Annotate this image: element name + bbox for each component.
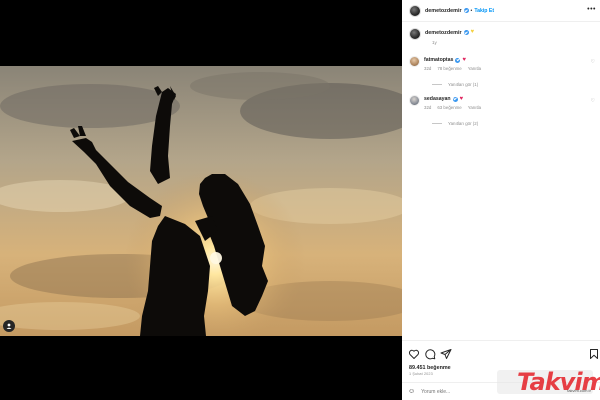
view-replies-label: Yanıtları gör (2) [448, 121, 479, 126]
caption-avatar[interactable] [409, 28, 421, 40]
yellow-heart-icon: ♥ [470, 29, 475, 35]
view-replies-label: Yanıtları gör (1) [448, 82, 479, 87]
author-avatar[interactable] [409, 4, 421, 17]
verified-badge-icon [463, 8, 469, 13]
post-header: demetozdemir • Takip Et ••• [402, 0, 600, 22]
share-icon[interactable] [440, 348, 452, 360]
heart-icon[interactable] [408, 348, 420, 360]
comment-input[interactable] [421, 388, 482, 395]
replies-line [432, 123, 442, 124]
commenter-username[interactable]: fatmatoptas [424, 57, 453, 63]
commenter-avatar[interactable] [409, 56, 420, 67]
comment-likes[interactable]: 78 beğenme [437, 66, 461, 71]
red-heart-icon: ♥ [462, 56, 466, 63]
comment-like-icon[interactable]: ♡ [591, 98, 595, 104]
reply-button[interactable]: Yanıtla [468, 66, 481, 71]
view-replies-button[interactable]: Yanıtları gör (1) [432, 82, 478, 87]
red-heart-icon: ♥ [459, 95, 464, 102]
author-username[interactable]: demetozdemir [425, 8, 462, 14]
view-replies-button[interactable]: Yanıtları gör (2) [432, 121, 478, 126]
post-side-panel: demetozdemir • Takip Et ••• demetozdemir… [402, 0, 600, 400]
verified-badge-icon [452, 96, 458, 102]
post-media [0, 0, 402, 400]
comment-likes[interactable]: 63 beğenme [437, 105, 461, 110]
verified-badge-icon [455, 57, 461, 63]
separator-dot: • [470, 7, 473, 14]
more-options-icon[interactable]: ••• [587, 6, 596, 13]
comment-item: sedasayan ♥ 32d 63 beğenme Yanıtla ♡ [409, 95, 597, 110]
smiley-icon[interactable]: ☺ [408, 388, 415, 395]
caption-time: 1y [432, 40, 437, 45]
post-date: 1 Şubat 2023 [409, 372, 433, 376]
sunset-silhouette-image [0, 66, 402, 336]
comment-time: 32d [424, 105, 432, 110]
post-photo[interactable] [0, 66, 402, 336]
user-tag-icon[interactable] [3, 320, 15, 332]
follow-button[interactable]: Takip Et [474, 8, 494, 14]
takvim-watermark: Takvim takvim.com.tr [497, 368, 600, 398]
caption: demetozdemir ♥ [409, 28, 474, 40]
like-count[interactable]: 89.451 beğenme [409, 365, 451, 371]
commenter-username[interactable]: sedasayan [424, 96, 451, 102]
comment-icon[interactable] [424, 348, 436, 360]
action-bar [402, 340, 600, 360]
reply-button[interactable]: Yanıtla [468, 105, 481, 110]
replies-line [432, 84, 442, 85]
comment-item: fatmatoptas ♥ 32d 78 beğenme Yanıtla ♡ [409, 56, 597, 71]
watermark-domain: takvim.com.tr [567, 388, 591, 393]
verified-badge-icon [463, 30, 469, 35]
caption-username[interactable]: demetozdemir [425, 30, 462, 36]
bookmark-icon[interactable] [588, 348, 600, 360]
comment-time: 32d [424, 66, 432, 71]
comment-like-icon[interactable]: ♡ [591, 59, 595, 65]
commenter-avatar[interactable] [409, 95, 420, 106]
